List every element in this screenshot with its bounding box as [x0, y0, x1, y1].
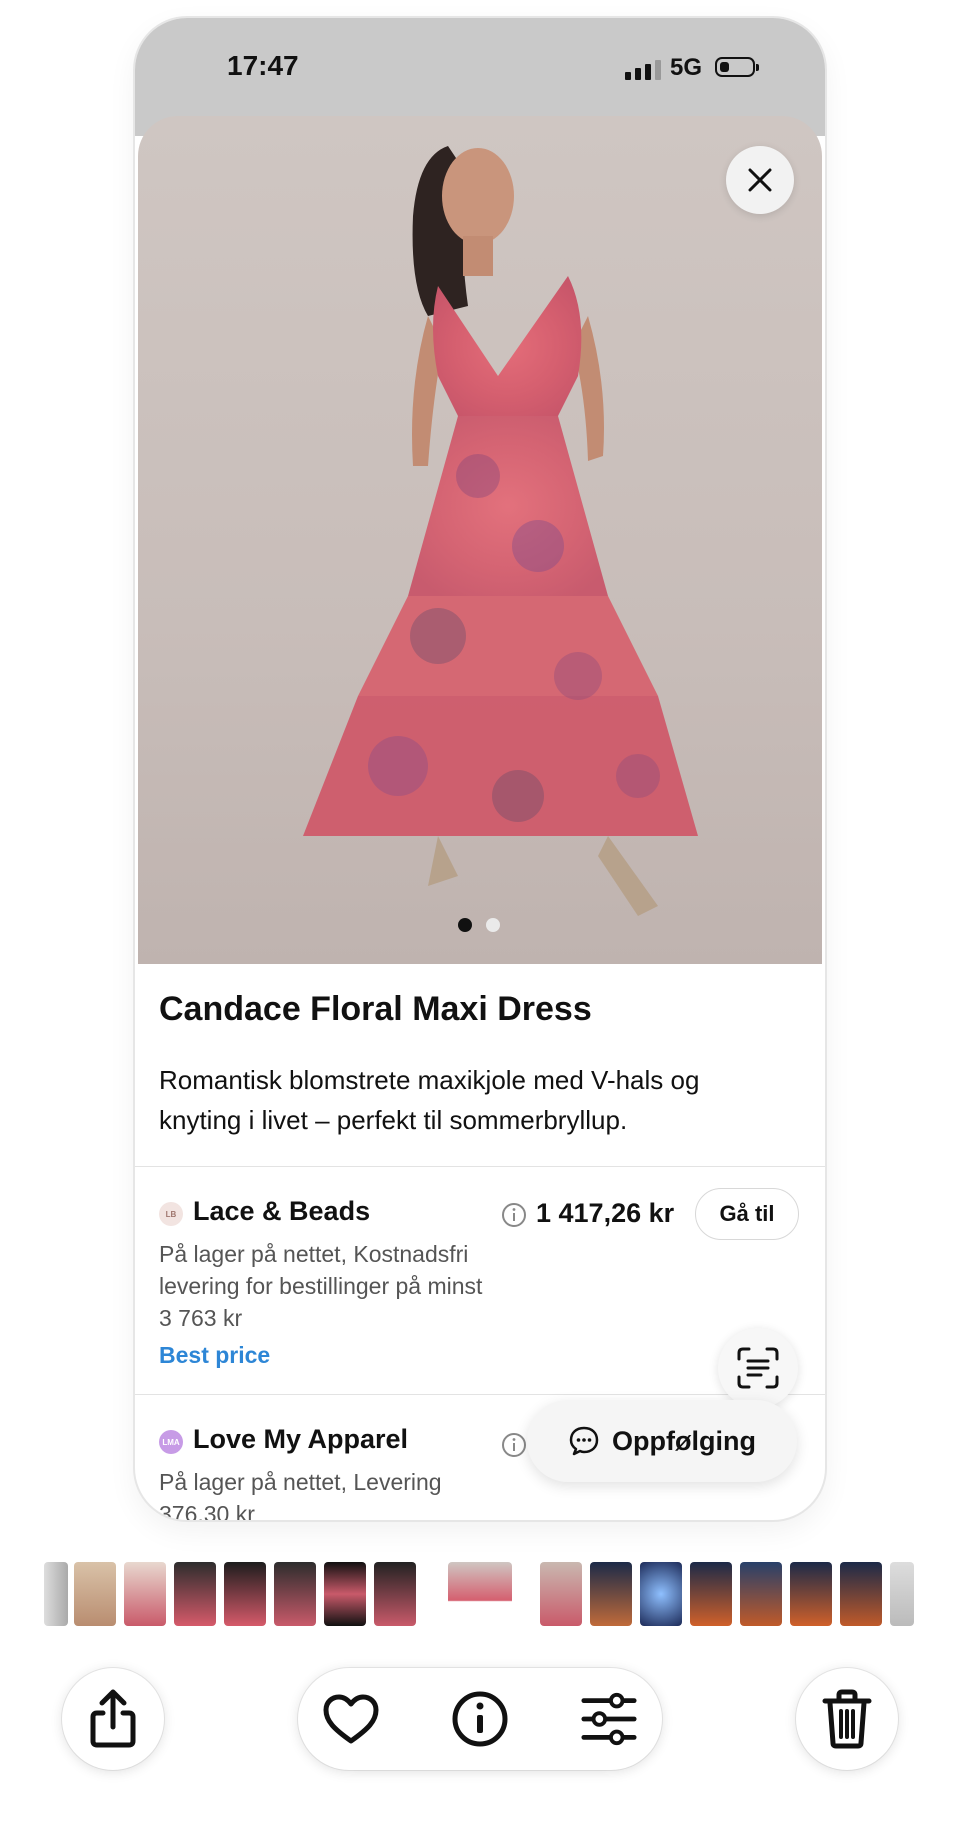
seller-logo: LMA: [159, 1430, 183, 1454]
thumbnail[interactable]: [540, 1562, 582, 1626]
clock: 17:47: [227, 50, 299, 81]
trash-icon: [822, 1689, 872, 1749]
action-pill: [298, 1668, 662, 1770]
heart-icon: [323, 1694, 379, 1744]
thumbnail[interactable]: [224, 1562, 266, 1626]
seller-row-lace-beads[interactable]: LB Lace & Beads På lager på nettet, Kost…: [159, 1188, 799, 1368]
info-icon[interactable]: [501, 1432, 527, 1458]
thumbnail[interactable]: [790, 1562, 832, 1626]
favorite-button[interactable]: [322, 1690, 380, 1748]
thumbnail-strip[interactable]: [44, 1562, 916, 1626]
seller-name: Lace & Beads: [193, 1196, 371, 1226]
scan-text-icon: [737, 1347, 779, 1389]
close-button[interactable]: [726, 146, 794, 214]
product-description: Romantisk blomstrete maxikjole med V-hal…: [159, 1065, 700, 1135]
product-image[interactable]: [138, 116, 822, 964]
thumbnail-selected[interactable]: [448, 1562, 512, 1626]
cellular-signal-icon: [625, 60, 661, 80]
network-label: 5G: [670, 54, 703, 81]
adjust-icon: [581, 1692, 637, 1746]
thumbnail[interactable]: [74, 1562, 116, 1626]
thumbnail[interactable]: [640, 1562, 682, 1626]
thumbnail[interactable]: [174, 1562, 216, 1626]
divider: [135, 1394, 825, 1395]
close-icon: [748, 168, 772, 192]
page-dot-1[interactable]: [458, 918, 472, 932]
thumbnail[interactable]: [44, 1562, 68, 1626]
thumbnail[interactable]: [740, 1562, 782, 1626]
seller-availability: På lager på nettet, Kostnadsfri levering…: [159, 1241, 483, 1331]
delete-button[interactable]: [796, 1668, 898, 1770]
seller-availability: På lager på nettet, Levering 376,30 kr: [159, 1469, 442, 1520]
thumbnail[interactable]: [890, 1562, 914, 1626]
battery-icon: [715, 57, 759, 77]
phone-frame: 17:47 5G Candace Floral Maxi Dress Roman…: [135, 18, 825, 1520]
share-icon: [90, 1689, 136, 1748]
thumbnail[interactable]: [374, 1562, 416, 1626]
thumbnail[interactable]: [840, 1562, 882, 1626]
info-circle-icon: [452, 1691, 508, 1747]
seller-name: Love My Apparel: [193, 1424, 409, 1454]
thumbnail[interactable]: [324, 1562, 366, 1626]
seller-logo: LB: [159, 1202, 183, 1226]
info-icon[interactable]: [501, 1202, 527, 1228]
chat-bubble-icon: [569, 1426, 599, 1456]
dress-photo: [303, 146, 698, 916]
page-dot-2[interactable]: [486, 918, 500, 932]
share-button[interactable]: [62, 1668, 164, 1770]
seller-price: 1 417,26 kr: [536, 1198, 675, 1228]
divider: [135, 1166, 825, 1167]
adjust-button[interactable]: [580, 1690, 638, 1748]
followup-label: Oppfølging: [612, 1425, 756, 1456]
thumbnail[interactable]: [274, 1562, 316, 1626]
product-title: Candace Floral Maxi Dress: [159, 990, 592, 1028]
thumbnail[interactable]: [124, 1562, 166, 1626]
best-price-badge: Best price: [159, 1342, 271, 1368]
go-to-button[interactable]: Gå til: [695, 1188, 799, 1240]
scan-text-button[interactable]: [718, 1328, 798, 1408]
thumbnail[interactable]: [590, 1562, 632, 1626]
thumbnail[interactable]: [690, 1562, 732, 1626]
image-page-indicator: [458, 918, 500, 932]
followup-button[interactable]: Oppfølging: [527, 1400, 797, 1482]
info-button[interactable]: [451, 1690, 509, 1748]
